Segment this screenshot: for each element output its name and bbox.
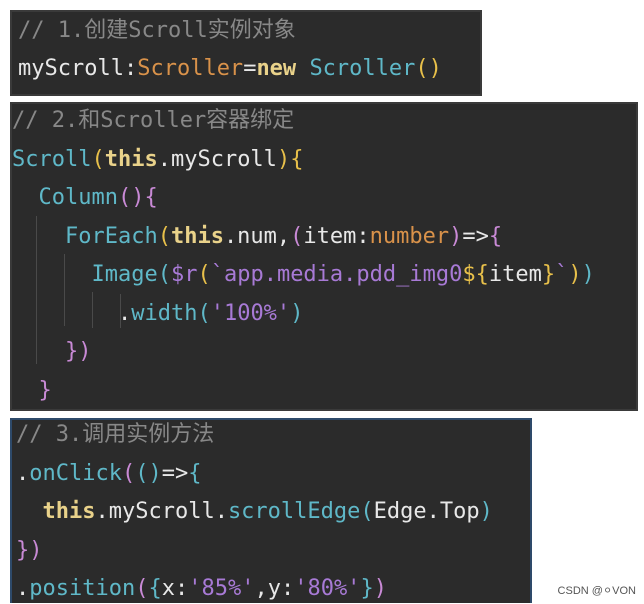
code-line: // 1.创建Scroll实例对象 — [18, 16, 296, 46]
code-token: => — [462, 223, 489, 249]
code-line: }) — [12, 337, 92, 367]
code-token: Scroller — [137, 56, 244, 81]
code-token: { — [488, 223, 503, 249]
code-token: ) — [290, 300, 304, 326]
code-line: .width('100%') — [12, 299, 303, 329]
code-token: '85%' — [188, 576, 255, 601]
code-token: () — [135, 460, 162, 486]
code-token: = — [243, 56, 257, 81]
code-token: myScroll — [18, 56, 124, 81]
watermark: CSDN @⚪VON — [557, 585, 636, 597]
code-token: ( — [197, 300, 211, 326]
code-line: // 2.和Scroller容器绑定 — [12, 106, 294, 136]
code-token: ( — [135, 576, 149, 601]
code-token: ) — [276, 146, 291, 172]
code-token: } — [38, 377, 52, 403]
code-token: ) — [568, 262, 582, 287]
code-token: : — [174, 576, 189, 601]
code-line: Image($r(`app.media.pdd_img0${item}`)) — [12, 260, 595, 290]
code-token: ( — [157, 262, 171, 287]
code-token: ( — [290, 223, 304, 249]
code-line: Scroll(this.myScroll){ — [12, 145, 303, 175]
code-token: ` — [555, 262, 569, 287]
code-token: ( — [91, 146, 105, 172]
code-token: } — [360, 576, 374, 601]
code-token: Scroller — [309, 56, 416, 81]
code-token: ) — [373, 576, 387, 601]
code-token: { — [148, 576, 162, 601]
code-token: Edge.Top — [373, 499, 480, 524]
code-token: this — [104, 146, 158, 172]
code-token: ( — [197, 262, 211, 287]
code-token: Image — [91, 262, 158, 287]
code-token: .myScroll. — [95, 499, 228, 524]
code-token: ${ — [462, 262, 489, 287]
code-token: .num, — [223, 223, 291, 249]
code-line: ForEach(this.num,(item:number)=>{ — [12, 222, 502, 252]
code-line: this.myScroll.scrollEdge(Edge.Top) — [16, 497, 493, 527]
code-token: : — [123, 56, 138, 81]
code-token: scrollEdge — [227, 499, 361, 524]
code-line: } — [12, 376, 52, 406]
code-token: . — [117, 300, 132, 326]
code-token: // 2.和Scroller容器绑定 — [12, 108, 295, 133]
code-token: Scroll — [12, 146, 92, 172]
code-token: y — [267, 576, 281, 601]
code-token: item — [488, 262, 542, 287]
code-token: ) — [581, 262, 595, 287]
code-token: ) — [449, 223, 463, 249]
code-token: }) — [16, 537, 43, 563]
code-token: this — [42, 499, 96, 524]
code-token: } — [541, 262, 556, 287]
code-token: // 3.调用实例方法 — [16, 422, 215, 447]
code-line: .position({x:'85%',y:'80%'}) — [16, 574, 387, 604]
code-token: number — [369, 223, 450, 249]
code-token: `app.media.pdd_img0 — [210, 262, 463, 287]
code-token: ) — [479, 499, 493, 524]
code-token: new — [256, 56, 297, 81]
code-token: : — [356, 223, 370, 249]
code-line: .onClick(()=>{ — [16, 459, 201, 489]
code-token: { — [290, 146, 304, 172]
code-token: '100%' — [210, 300, 291, 326]
code-token: position — [29, 576, 136, 601]
code-line: }) — [16, 536, 43, 566]
code-token: ForEach — [64, 223, 158, 249]
code-token: () — [415, 56, 442, 81]
code-token: => — [161, 460, 189, 486]
code-token: '80%' — [294, 576, 361, 601]
code-token: ( — [121, 460, 136, 486]
code-token: x — [161, 576, 175, 601]
code-token: Column — [38, 185, 118, 210]
code-token: . — [16, 460, 30, 486]
code-token: $r — [170, 262, 198, 287]
code-token: { — [188, 460, 202, 486]
code-token: this — [170, 223, 224, 249]
code-token: , — [254, 576, 268, 601]
code-line: myScroll:Scroller=new Scroller() — [18, 54, 442, 84]
code-token: item — [303, 223, 357, 249]
code-token: onClick — [29, 460, 122, 486]
code-token: ( — [360, 499, 374, 524]
code-line: // 3.调用实例方法 — [16, 420, 214, 450]
code-token: width — [131, 300, 198, 326]
code-token: : — [280, 576, 295, 601]
code-token: ( — [157, 223, 171, 249]
code-token: // 1.创建Scroll实例对象 — [18, 18, 296, 43]
code-token: . — [16, 576, 30, 601]
code-token: .myScroll — [157, 146, 277, 172]
code-token: { — [144, 185, 158, 210]
code-token: }) — [64, 339, 92, 364]
code-line: Column(){ — [12, 183, 158, 213]
code-token: () — [117, 185, 145, 210]
